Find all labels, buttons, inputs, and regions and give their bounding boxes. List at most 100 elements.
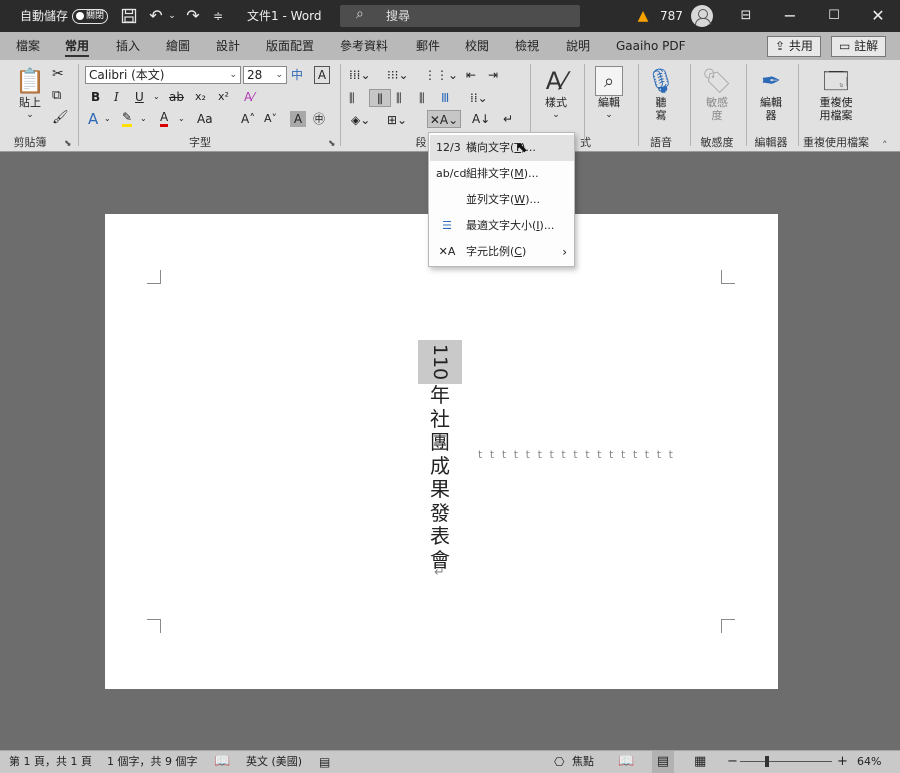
save-icon[interactable] — [118, 0, 140, 32]
multilevel-list-icon[interactable]: ⋮⋮⌄ — [424, 66, 458, 84]
format-painter-icon[interactable]: 🖌 — [52, 109, 69, 127]
tab-gaaiho-pdf[interactable]: Gaaiho PDF — [616, 32, 685, 60]
reuse-files-button[interactable]: 🗔 重複使用檔案 — [806, 66, 866, 122]
decrease-indent-icon[interactable]: ⇤ — [466, 66, 476, 84]
shrink-font-button[interactable]: A˅ — [264, 110, 277, 128]
language-indicator[interactable]: 英文 (美國) — [246, 751, 302, 773]
paste-button[interactable]: 📋 貼上 ⌄ — [12, 66, 48, 122]
text-effects-icon[interactable]: A — [88, 110, 98, 128]
menu-item-2[interactable]: 並列文字(W)... — [430, 187, 574, 213]
numbering-icon[interactable]: ⁝⁝⁝⌄ — [387, 66, 409, 84]
comments-button[interactable]: ▭ 註解 — [831, 36, 887, 57]
avatar[interactable] — [691, 5, 713, 27]
focus-mode-button[interactable]: 焦點 — [572, 751, 594, 773]
shading-icon[interactable]: ◈⌄ — [351, 111, 370, 129]
chevron-down-icon[interactable]: ⌄ — [178, 110, 185, 128]
collapse-ribbon-icon[interactable]: ˄ — [882, 139, 888, 152]
zoom-slider-thumb[interactable] — [765, 756, 769, 767]
editor-button[interactable]: ✒ 編輯器 — [751, 66, 791, 122]
minimize-icon[interactable]: − — [778, 0, 802, 32]
zoom-percent[interactable]: 64% — [857, 751, 881, 773]
share-button[interactable]: ⇪ 共用 — [767, 36, 821, 57]
proofing-icon[interactable]: 📖 — [214, 751, 230, 773]
accessibility-icon[interactable]: ▤ — [319, 751, 330, 773]
sort-icon[interactable]: A↓ — [472, 110, 490, 128]
tab-mailings[interactable]: 郵件 — [416, 32, 440, 60]
align-top-icon[interactable]: ⫼ — [349, 89, 355, 107]
web-layout-icon[interactable]: ▦ — [694, 751, 706, 773]
tab-file[interactable]: 檔案 — [16, 32, 40, 60]
character-border-icon[interactable]: A — [314, 66, 330, 84]
bold-button[interactable]: B — [91, 88, 100, 106]
zoom-out-button[interactable]: − — [727, 751, 738, 773]
tab-help[interactable]: 說明 — [566, 32, 590, 60]
superscript-button[interactable]: x² — [218, 88, 229, 106]
font-color-icon[interactable]: A — [160, 110, 169, 127]
zoom-slider-track[interactable] — [740, 761, 832, 762]
chevron-down-icon[interactable]: ⌄ — [153, 88, 160, 106]
chevron-down-icon[interactable]: ⌄ — [104, 110, 111, 128]
line-spacing-icon[interactable]: ⁞⁞⌄ — [470, 89, 488, 107]
menu-item-4[interactable]: ✕A 字元比例(C) › — [430, 239, 574, 265]
print-layout-icon[interactable]: ▤ — [652, 751, 674, 773]
undo-icon[interactable]: ↶ — [145, 0, 167, 32]
tab-view[interactable]: 檢視 — [515, 32, 539, 60]
font-size-select[interactable]: 28 ⌄ — [243, 66, 287, 84]
italic-button[interactable]: I — [114, 88, 119, 106]
character-shading-button[interactable]: A — [290, 111, 306, 127]
phonetic-guide-icon[interactable]: 中 — [291, 66, 303, 84]
change-case-button[interactable]: Aa — [197, 110, 213, 128]
chevron-down-icon[interactable]: ⌄ — [140, 110, 147, 128]
distributed-icon[interactable]: Ⅲ — [441, 89, 449, 107]
tab-draw[interactable]: 繪圖 — [166, 32, 190, 60]
horizontal-in-vertical-text[interactable]: 110 — [418, 340, 462, 384]
font-name-select[interactable]: Calibri (本文) ⌄ — [85, 66, 241, 84]
clear-formatting-icon[interactable]: A⁄ — [244, 88, 254, 106]
increase-indent-icon[interactable]: ⇥ — [488, 66, 498, 84]
font-launcher-icon[interactable]: ⬊ — [328, 139, 336, 149]
tab-references[interactable]: 參考資料 — [340, 32, 388, 60]
tab-design[interactable]: 設計 — [216, 32, 240, 60]
grow-font-button[interactable]: A˄ — [241, 110, 255, 128]
read-mode-icon[interactable]: 📖 — [618, 751, 634, 773]
tab-review[interactable]: 校閱 — [465, 32, 489, 60]
clipboard-launcher-icon[interactable]: ⬊ — [64, 139, 72, 149]
close-icon[interactable]: ✕ — [866, 0, 890, 32]
vertical-document-text[interactable]: 年社團成果發表會 — [424, 383, 456, 572]
tab-layout[interactable]: 版面配置 — [266, 32, 314, 60]
asian-layout-button[interactable]: ✕A⌄ — [427, 110, 461, 128]
enclose-characters-icon[interactable]: ㊥ — [313, 110, 325, 128]
copy-icon[interactable]: ⧉ — [52, 87, 61, 105]
editing-button[interactable]: ⌕ 編輯 ⌄ — [591, 66, 627, 122]
styles-button[interactable]: A⁄ 樣式 ⌄ — [538, 66, 574, 122]
cut-icon[interactable]: ✂ — [52, 65, 64, 83]
borders-icon[interactable]: ⊞⌄ — [387, 111, 407, 129]
search-box[interactable]: ⌕ 搜尋 — [340, 5, 580, 27]
zoom-in-button[interactable]: + — [837, 751, 848, 773]
underline-button[interactable]: U — [135, 88, 144, 106]
sensitivity-button[interactable]: 🏷 敏感度 — [697, 66, 737, 122]
dictate-button[interactable]: 🎙 聽寫 — [643, 66, 679, 122]
page-count[interactable]: 第 1 頁，共 1 頁 — [9, 751, 92, 773]
undo-dropdown-icon[interactable]: ⌄ — [167, 0, 177, 32]
tab-home[interactable]: 常用 — [65, 32, 90, 60]
bullets-icon[interactable]: ⁞⁞⁞⌄ — [349, 66, 371, 84]
highlight-color-icon[interactable]: ✎ — [122, 110, 133, 127]
autosave-toggle[interactable]: 關閉 — [72, 9, 108, 24]
show-formatting-icon[interactable]: ↵ — [503, 110, 513, 128]
menu-item-1[interactable]: ab/cd 組排文字(M)... — [430, 161, 574, 187]
tab-insert[interactable]: 插入 — [116, 32, 140, 60]
word-count[interactable]: 1 個字，共 9 個字 — [107, 751, 198, 773]
maximize-icon[interactable]: ☐ — [822, 0, 846, 32]
justify-vertical-icon[interactable]: ⫼ — [419, 89, 425, 107]
menu-item-3[interactable]: ☰ 最適文字大小(I)... — [430, 213, 574, 239]
menu-item-0[interactable]: 12/3 橫向文字(T)... ⬉ — [430, 135, 574, 161]
warning-icon[interactable]: ▲ — [634, 0, 652, 32]
align-center-vertical-icon[interactable]: ⫼ — [369, 89, 391, 107]
customize-qat-icon[interactable]: ≑ — [210, 0, 226, 32]
ribbon-display-icon[interactable]: ⊟ — [734, 0, 758, 32]
redo-icon[interactable]: ↷ — [183, 0, 203, 32]
subscript-button[interactable]: x₂ — [195, 88, 206, 106]
align-bottom-icon[interactable]: ⫼ — [396, 89, 402, 107]
strikethrough-button[interactable]: ab — [169, 88, 184, 106]
